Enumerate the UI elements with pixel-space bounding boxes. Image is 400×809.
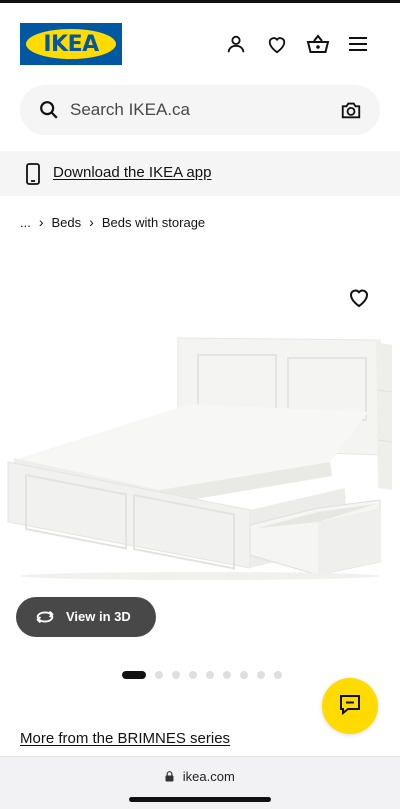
- profile-icon[interactable]: [224, 32, 248, 56]
- app-download-banner: Download the IKEA app: [0, 151, 400, 196]
- menu-icon[interactable]: [346, 32, 370, 56]
- camera-search-icon[interactable]: [340, 99, 362, 121]
- home-indicator[interactable]: [129, 797, 271, 802]
- view-in-3d-button[interactable]: View in 3D: [16, 597, 156, 637]
- add-to-favorites-heart-icon[interactable]: [347, 286, 371, 308]
- breadcrumb-item-beds[interactable]: Beds: [52, 215, 82, 230]
- gallery-dot[interactable]: [257, 671, 265, 679]
- gallery-dot[interactable]: [274, 671, 282, 679]
- gallery-pagination: [122, 670, 282, 680]
- chat-bubble-icon: [338, 693, 362, 720]
- logo-oval: IKEA: [26, 29, 116, 59]
- gallery-dot[interactable]: [223, 671, 231, 679]
- search-icon: [38, 99, 60, 121]
- view-in-3d-label: View in 3D: [66, 609, 131, 624]
- browser-url-bar[interactable]: ikea.com: [0, 756, 400, 809]
- chevron-right-icon: ›: [89, 214, 94, 230]
- logo-text: IKEA: [43, 31, 99, 57]
- breadcrumb: ... › Beds › Beds with storage: [20, 212, 205, 232]
- site-header: IKEA: [20, 20, 380, 68]
- gallery-dot[interactable]: [189, 671, 197, 679]
- rotate-3d-icon: [34, 607, 56, 627]
- chat-button[interactable]: [322, 678, 378, 734]
- top-edge-rule: [0, 0, 400, 3]
- breadcrumb-ellipsis[interactable]: ...: [20, 215, 31, 230]
- gallery-dot[interactable]: [172, 671, 180, 679]
- download-app-link[interactable]: Download the IKEA app: [53, 164, 211, 181]
- more-from-series-link[interactable]: More from the BRIMNES series: [20, 730, 230, 747]
- product-image[interactable]: [0, 330, 400, 580]
- phone-icon: [25, 163, 41, 185]
- gallery-dot[interactable]: [122, 671, 146, 679]
- chevron-right-icon: ›: [38, 214, 44, 230]
- lock-icon: [165, 770, 174, 782]
- heart-icon[interactable]: [265, 32, 289, 56]
- gallery-dot[interactable]: [240, 671, 248, 679]
- gallery-dot[interactable]: [155, 671, 163, 679]
- ikea-logo[interactable]: IKEA: [20, 23, 122, 65]
- search-input[interactable]: [70, 95, 320, 125]
- url-row: ikea.com: [0, 769, 400, 784]
- basket-icon[interactable]: [306, 32, 330, 56]
- search-bar[interactable]: [20, 85, 380, 135]
- url-text: ikea.com: [182, 769, 235, 784]
- breadcrumb-item-beds-with-storage[interactable]: Beds with storage: [102, 215, 205, 230]
- gallery-dot[interactable]: [206, 671, 214, 679]
